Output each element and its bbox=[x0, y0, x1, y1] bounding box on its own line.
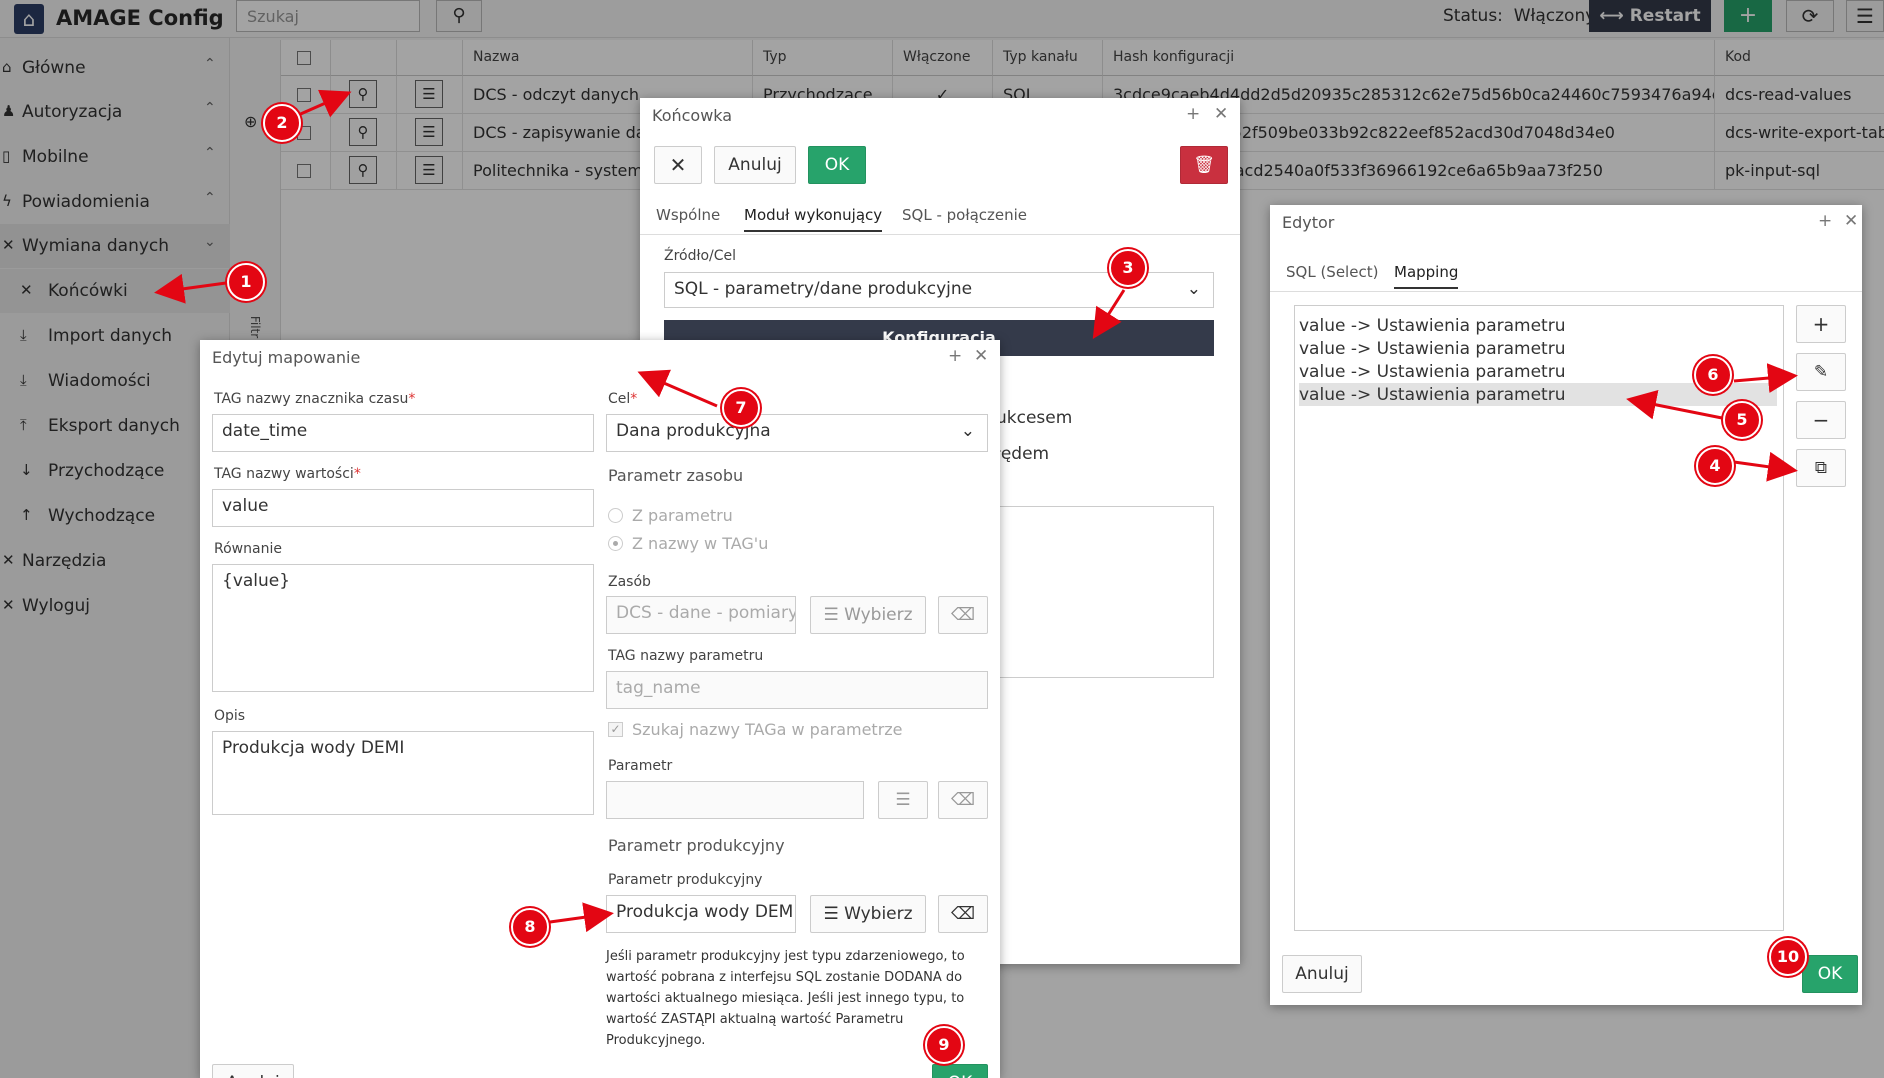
arrow-7 bbox=[637, 369, 718, 408]
annotation-6: 6 bbox=[1694, 356, 1732, 394]
arrow-5 bbox=[1626, 389, 1723, 420]
annotation-arrows bbox=[154, 89, 1798, 933]
annotation-9: 9 bbox=[925, 1026, 963, 1064]
annotation-5: 5 bbox=[1723, 401, 1761, 439]
arrow-4 bbox=[1733, 451, 1798, 482]
arrow-3 bbox=[1092, 289, 1126, 340]
annotation-10: 10 bbox=[1769, 938, 1807, 976]
annotation-2: 2 bbox=[263, 104, 301, 142]
annotation-7: 7 bbox=[722, 389, 760, 427]
arrow-2 bbox=[295, 89, 352, 118]
annotation-4: 4 bbox=[1696, 447, 1734, 485]
annotation-3: 3 bbox=[1109, 249, 1147, 287]
annotation-8: 8 bbox=[511, 908, 549, 946]
arrow-6 bbox=[1733, 363, 1798, 394]
arrow-1 bbox=[154, 273, 227, 304]
arrow-8 bbox=[549, 902, 614, 933]
annotation-1: 1 bbox=[227, 263, 265, 301]
